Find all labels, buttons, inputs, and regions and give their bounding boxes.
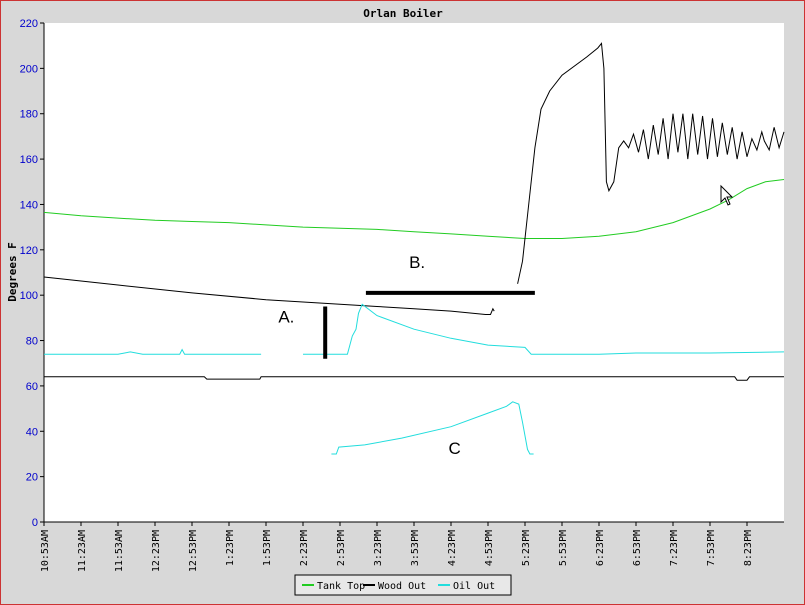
legend: Tank Top Wood Out Oil Out	[294, 574, 512, 596]
annotation-label: B.	[409, 253, 425, 272]
x-tick-label: 8:23PM	[743, 530, 754, 566]
x-tick-label: 5:23PM	[521, 530, 532, 566]
x-tick-label: 2:53PM	[336, 530, 347, 566]
y-tick-label: 20	[26, 472, 38, 484]
plot-area	[44, 23, 784, 522]
chart-title: Orlan Boiler	[363, 7, 443, 20]
x-tick-label: 5:53PM	[558, 530, 569, 566]
y-tick-label: 40	[26, 426, 38, 438]
x-tick-label: 4:53PM	[484, 530, 495, 566]
y-tick-label: 180	[20, 109, 38, 121]
x-tick-label: 1:23PM	[225, 530, 236, 566]
y-tick-label: 160	[20, 154, 38, 166]
x-tick-label: 12:23PM	[151, 530, 162, 572]
y-tick-label: 120	[20, 245, 38, 257]
y-tick-label: 200	[20, 63, 38, 75]
x-tick-label: 10:53AM	[40, 530, 51, 572]
legend-label-tank-top: Tank Top	[317, 581, 365, 592]
annotation-label: C	[449, 439, 461, 458]
x-tick-label: 3:53PM	[410, 530, 421, 566]
x-tick-label: 11:53AM	[114, 530, 125, 572]
x-tick-label: 6:53PM	[632, 530, 643, 566]
x-tick-label: 2:23PM	[299, 530, 310, 566]
legend-label-oil-out: Oil Out	[453, 581, 495, 592]
y-tick-label: 80	[26, 336, 38, 348]
y-tick-label: 60	[26, 381, 38, 393]
x-tick-label: 6:23PM	[595, 530, 606, 566]
legend-label-wood-out: Wood Out	[378, 581, 426, 592]
annotation-label: A.	[278, 307, 294, 326]
x-tick-label: 7:53PM	[706, 530, 717, 566]
x-tick-label: 3:23PM	[373, 530, 384, 566]
chart-svg: Orlan Boiler Degrees F 0 20 40 60 80 100 120 14…	[6, 7, 785, 596]
y-tick-label: 0	[32, 517, 38, 529]
y-tick-label: 100	[20, 290, 38, 302]
y-axis-label: Degrees F	[6, 242, 19, 302]
x-tick-label: 1:53PM	[262, 530, 273, 566]
x-tick-label: 7:23PM	[669, 530, 680, 566]
y-tick-label: 220	[20, 18, 38, 30]
x-tick-label: 11:23AM	[77, 530, 88, 572]
x-tick-label: 12:53PM	[188, 530, 199, 572]
x-tick-label: 4:23PM	[447, 530, 458, 566]
y-tick-label: 140	[20, 199, 38, 211]
